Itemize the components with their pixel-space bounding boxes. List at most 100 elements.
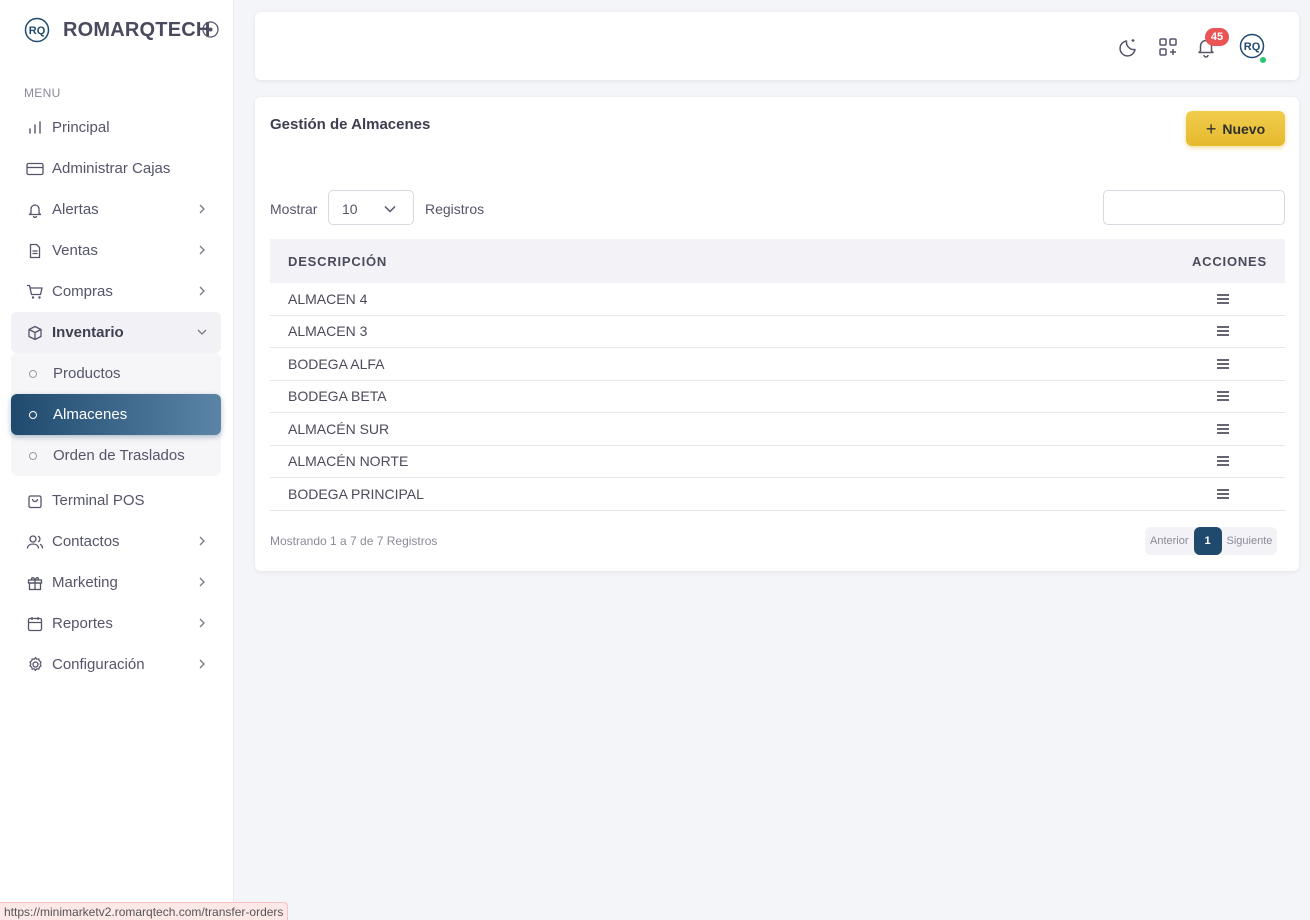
sidebar-nav: Principal Administrar Cajas Alertas Vent… (11, 107, 221, 685)
row-actions-menu-icon[interactable] (1215, 486, 1231, 502)
pagination-page-1[interactable]: 1 (1193, 527, 1222, 555)
row-actions-menu-icon[interactable] (1215, 388, 1231, 404)
pagination-prev[interactable]: Anterior (1145, 527, 1194, 555)
chevron-right-icon (199, 204, 205, 214)
credit-card-icon (25, 159, 45, 179)
table-row: ALMACEN 4 (270, 283, 1285, 316)
chevron-right-icon (199, 245, 205, 255)
table-row: ALMACEN 3 (270, 316, 1285, 348)
chevron-right-icon (199, 286, 205, 296)
inventario-submenu: Productos Almacenes Orden de Traslados (11, 353, 221, 476)
brand-name: ROMARQTECH (63, 18, 211, 41)
chevron-right-icon (199, 577, 205, 587)
sidebar-item-label: Inventario (52, 324, 124, 341)
chevron-right-icon (199, 536, 205, 546)
row-description: BODEGA ALFA (288, 355, 385, 372)
sidebar-item-label: Reportes (52, 615, 113, 632)
plus-icon: + (1205, 118, 1217, 139)
table-info: Mostrando 1 a 7 de 7 Registros (270, 534, 438, 548)
sidebar-item-alertas[interactable]: Alertas (11, 189, 221, 230)
row-description: ALMACÉN NORTE (288, 453, 409, 470)
sidebar-item-label: Administrar Cajas (52, 160, 171, 177)
sidebar-item-inventario[interactable]: Inventario (11, 312, 221, 353)
file-text-icon (25, 241, 45, 261)
dark-mode-moon-icon[interactable] (1118, 36, 1140, 58)
table-header: DESCRIPCIÓN ACCIONES (270, 239, 1285, 283)
table-row: ALMACÉN NORTE (270, 446, 1285, 478)
table-row: BODEGA ALFA (270, 348, 1285, 381)
row-description: ALMACÉN SUR (288, 420, 390, 437)
sidebar-item-reportes[interactable]: Reportes (11, 603, 221, 644)
table-row: BODEGA PRINCIPAL (270, 478, 1285, 511)
bell-icon (25, 200, 45, 220)
sidebar: RQ ROMARQTECH MENU Principal Administrar… (0, 0, 234, 920)
sidebar-item-label: Configuración (52, 656, 145, 673)
circle-bullet-icon (29, 451, 37, 460)
box-icon (25, 323, 45, 343)
sidebar-item-principal[interactable]: Principal (11, 107, 221, 148)
sidebar-item-label: Terminal POS (52, 492, 145, 509)
sidebar-item-productos[interactable]: Productos (11, 353, 221, 394)
sidebar-item-configuracion[interactable]: Configuración (11, 644, 221, 685)
chevron-down-icon (384, 205, 396, 213)
shopping-bag-icon (25, 491, 45, 511)
column-header-acciones: ACCIONES (1191, 253, 1267, 269)
cart-icon (25, 282, 45, 302)
warehouses-card: Gestión de Almacenes + Nuevo Mostrar 10 … (255, 97, 1299, 571)
brand-logo-icon: RQ (24, 17, 50, 43)
page-title: Gestión de Almacenes (270, 116, 431, 133)
notification-count-badge: 45 (1205, 28, 1229, 46)
users-icon (25, 532, 45, 552)
row-description: BODEGA PRINCIPAL (288, 485, 424, 502)
sidebar-toggle-icon[interactable] (202, 21, 219, 38)
apps-grid-add-icon[interactable] (1157, 36, 1179, 58)
row-description: ALMACEN 4 (288, 290, 368, 307)
page-size-select[interactable]: 10 (328, 190, 414, 225)
sidebar-item-orden-de-traslados[interactable]: Orden de Traslados (11, 435, 221, 476)
sidebar-item-label: Orden de Traslados (53, 447, 185, 464)
online-status-dot (1259, 56, 1267, 64)
records-label: Registros (425, 201, 485, 217)
sidebar-item-compras[interactable]: Compras (11, 271, 221, 312)
row-description: ALMACEN 3 (288, 323, 368, 340)
sidebar-item-contactos[interactable]: Contactos (11, 521, 221, 562)
sidebar-item-label: Almacenes (53, 406, 128, 423)
brand[interactable]: RQ ROMARQTECH (24, 17, 211, 43)
table-body: ALMACEN 4 ALMACEN 3 BODEGA ALFA BODEGA BETA… (270, 283, 1285, 511)
chevron-down-icon (197, 329, 207, 335)
table-row: ALMACÉN SUR (270, 413, 1285, 446)
row-actions-menu-icon[interactable] (1215, 453, 1231, 469)
row-actions-menu-icon[interactable] (1215, 421, 1231, 437)
sidebar-item-almacenes[interactable]: Almacenes (11, 394, 221, 435)
sidebar-item-administrar-cajas[interactable]: Administrar Cajas (11, 148, 221, 189)
bar-chart-icon (25, 118, 45, 138)
sidebar-item-label: Alertas (52, 201, 99, 218)
sidebar-item-ventas[interactable]: Ventas (11, 230, 221, 271)
search-input[interactable] (1103, 190, 1285, 225)
sidebar-item-marketing[interactable]: Marketing (11, 562, 221, 603)
page-size-value: 10 (342, 201, 358, 217)
menu-header: MENU (24, 86, 61, 100)
new-button-label: Nuevo (1222, 120, 1266, 137)
top-navbar: 45 RQ (255, 12, 1299, 80)
table-row: BODEGA BETA (270, 381, 1285, 413)
row-actions-menu-icon[interactable] (1215, 356, 1231, 372)
circle-bullet-icon (29, 369, 37, 378)
new-warehouse-button[interactable]: + Nuevo (1186, 111, 1285, 146)
sidebar-item-terminal-pos[interactable]: Terminal POS (11, 480, 221, 521)
user-avatar[interactable]: RQ (1239, 33, 1265, 59)
pagination: Anterior 1 Siguiente (1145, 527, 1278, 555)
sidebar-item-label: Productos (53, 365, 121, 382)
pagination-next[interactable]: Siguiente (1222, 527, 1278, 555)
row-actions-menu-icon[interactable] (1215, 291, 1231, 307)
gift-icon (25, 573, 45, 593)
sidebar-item-label: Principal (52, 119, 110, 136)
sidebar-item-label: Marketing (52, 574, 118, 591)
row-actions-menu-icon[interactable] (1215, 323, 1231, 339)
browser-status-url: https://minimarketv2.romarqtech.com/tran… (0, 902, 289, 920)
svg-text:RQ: RQ (1244, 41, 1261, 53)
row-description: BODEGA BETA (288, 388, 387, 405)
calendar-icon (25, 614, 45, 634)
chevron-right-icon (199, 659, 205, 669)
column-header-descripcion[interactable]: DESCRIPCIÓN (288, 254, 387, 269)
